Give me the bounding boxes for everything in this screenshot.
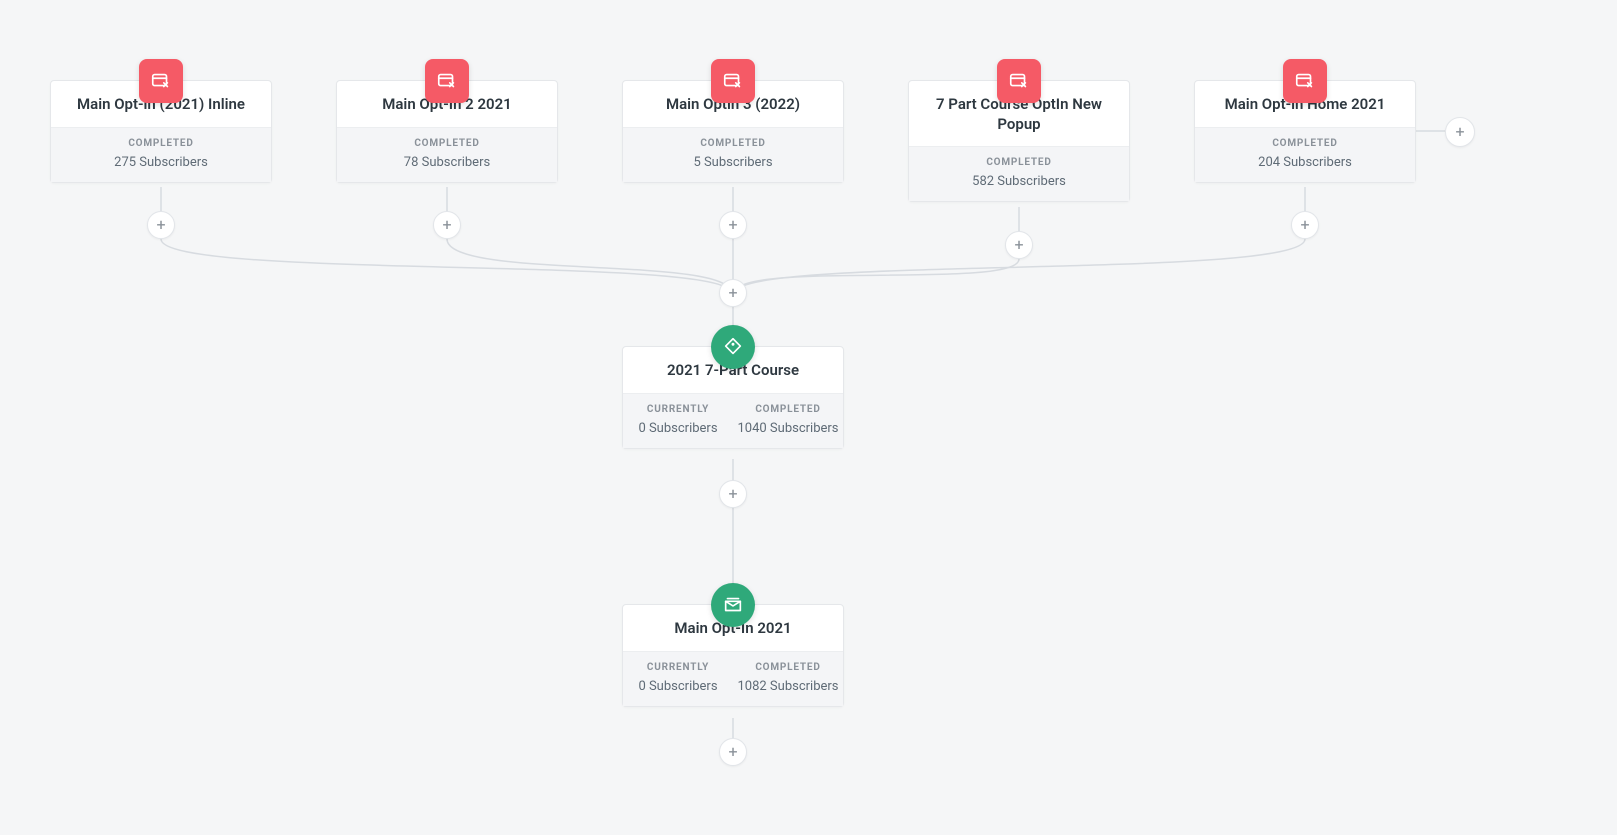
stat-label-completed: COMPLETED (1199, 138, 1411, 149)
plus-icon: + (728, 744, 737, 760)
add-step-button[interactable]: + (719, 480, 747, 508)
stat-label-completed: COMPLETED (737, 404, 839, 415)
form-icon (425, 59, 469, 103)
stat-label-currently: CURRENTLY (627, 404, 729, 415)
node-form-main-optin-2021-inline[interactable]: Main Opt-in (2021) Inline COMPLETED 275 … (50, 80, 272, 183)
node-form-main-optin-3-2022[interactable]: Main Optin 3 (2022) COMPLETED 5 Subscrib… (622, 80, 844, 183)
plus-icon: + (1014, 237, 1023, 253)
stat-value-completed: 204 Subscribers (1199, 155, 1411, 170)
stat-value-completed: 78 Subscribers (341, 155, 553, 170)
plus-icon: + (728, 217, 737, 233)
stat-value-completed: 582 Subscribers (913, 174, 1125, 189)
add-step-button[interactable]: + (433, 211, 461, 239)
node-sequence-2021-7-part-course[interactable]: 2021 7-Part Course CURRENTLY 0 Subscribe… (622, 346, 844, 449)
stat-label-completed: COMPLETED (737, 662, 839, 673)
stat-label-completed: COMPLETED (55, 138, 267, 149)
node-form-main-optin-home-2021[interactable]: Main Opt-in Home 2021 COMPLETED 204 Subs… (1194, 80, 1416, 183)
stat-value-completed: 275 Subscribers (55, 155, 267, 170)
email-sequence-icon (711, 583, 755, 627)
plus-icon: + (728, 285, 737, 301)
tag-icon (711, 325, 755, 369)
stat-value-currently: 0 Subscribers (627, 421, 729, 436)
node-form-main-optin-2-2021[interactable]: Main Opt-In 2 2021 COMPLETED 78 Subscrib… (336, 80, 558, 183)
stat-value-currently: 0 Subscribers (627, 679, 729, 694)
form-icon (997, 59, 1041, 103)
plus-icon: + (442, 217, 451, 233)
add-step-button[interactable]: + (719, 738, 747, 766)
add-step-button[interactable]: + (147, 211, 175, 239)
stat-label-completed: COMPLETED (913, 157, 1125, 168)
stat-label-completed: COMPLETED (627, 138, 839, 149)
add-entry-point-button[interactable]: + (1445, 117, 1475, 147)
plus-icon: + (1300, 217, 1309, 233)
add-step-button[interactable]: + (1291, 211, 1319, 239)
automation-canvas[interactable]: Main Opt-in (2021) Inline COMPLETED 275 … (0, 0, 1617, 835)
stat-value-completed: 1040 Subscribers (737, 421, 839, 436)
plus-icon: + (156, 217, 165, 233)
node-sequence-main-optin-2021[interactable]: Main Opt-In 2021 CURRENTLY 0 Subscribers… (622, 604, 844, 707)
stat-value-completed: 1082 Subscribers (737, 679, 839, 694)
stat-label-completed: COMPLETED (341, 138, 553, 149)
add-step-button[interactable]: + (719, 211, 747, 239)
stat-value-completed: 5 Subscribers (627, 155, 839, 170)
plus-icon: + (728, 486, 737, 502)
form-icon (1283, 59, 1327, 103)
form-icon (139, 59, 183, 103)
plus-icon: + (1455, 124, 1464, 140)
add-step-button[interactable]: + (719, 279, 747, 307)
stat-label-currently: CURRENTLY (627, 662, 729, 673)
node-form-7-part-course-optin-popup[interactable]: 7 Part Course OptIn New Popup COMPLETED … (908, 80, 1130, 202)
form-icon (711, 59, 755, 103)
add-step-button[interactable]: + (1005, 231, 1033, 259)
